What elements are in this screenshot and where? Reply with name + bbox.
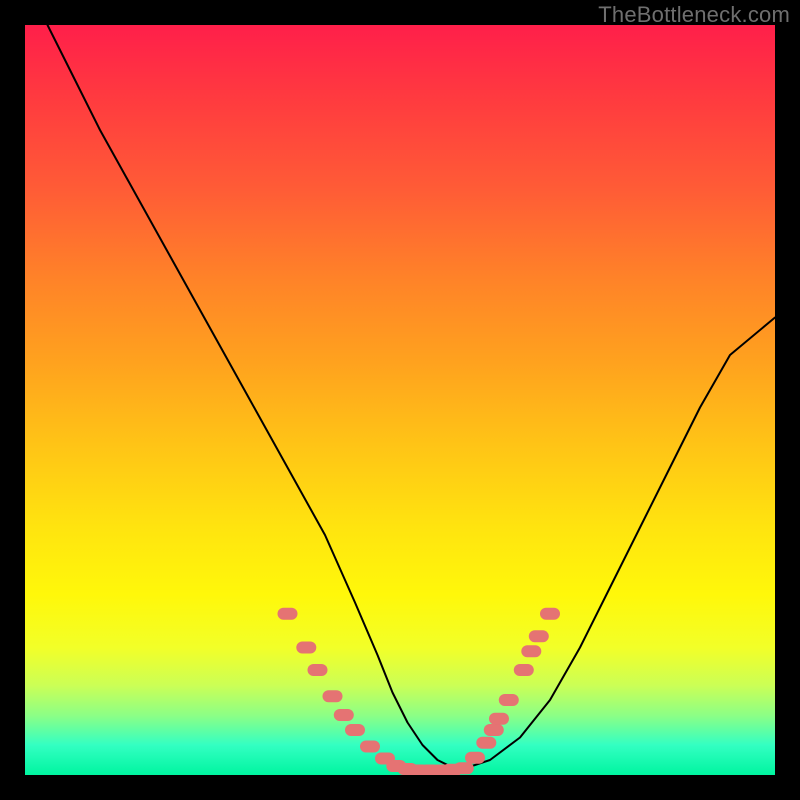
plot-area — [25, 25, 775, 775]
chart-svg — [25, 25, 775, 775]
highlight-dots — [278, 608, 561, 775]
bottleneck-curve — [48, 25, 776, 768]
watermark-text: TheBottleneck.com — [598, 2, 790, 28]
chart-frame: TheBottleneck.com — [0, 0, 800, 800]
